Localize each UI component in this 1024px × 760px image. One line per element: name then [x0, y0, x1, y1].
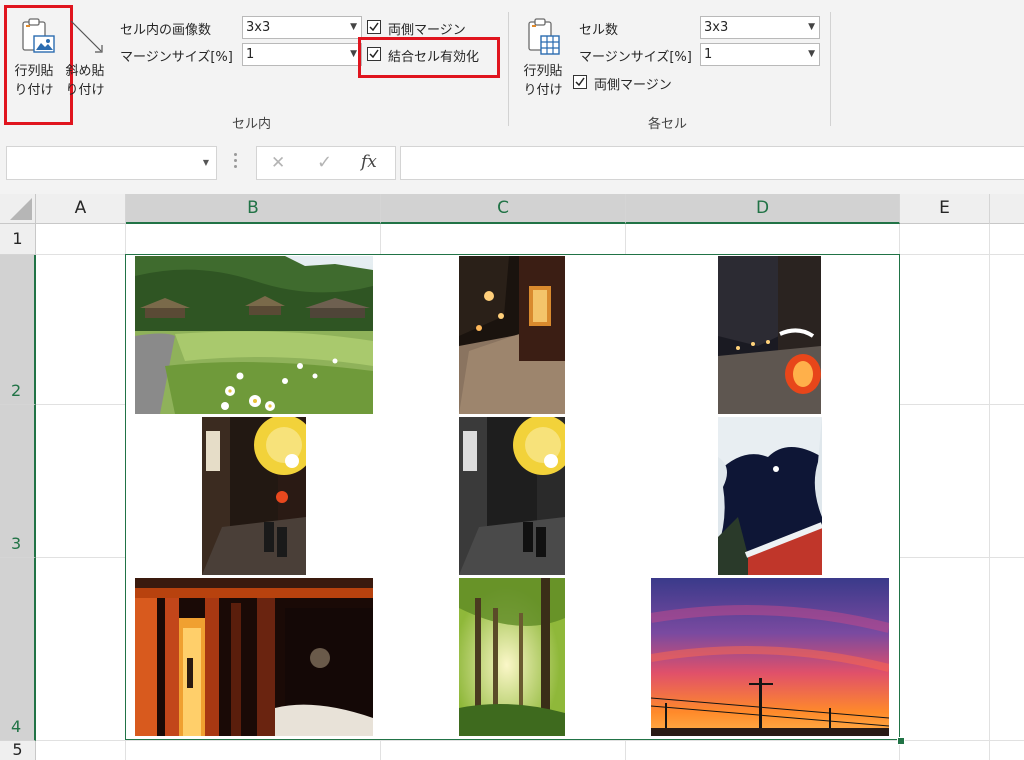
row-header-5[interactable]: 5 — [0, 741, 36, 760]
cell-count-value: 3x3 — [704, 20, 729, 35]
images-in-cell-label: セル内の画像数 — [120, 23, 212, 38]
group-label-each-cell: 各セル — [648, 117, 688, 132]
checkmark-icon — [575, 77, 585, 87]
more-options-icon[interactable] — [234, 153, 238, 169]
images-in-cell-value: 3x3 — [246, 20, 271, 35]
paste-each-label-1: 行列貼 — [523, 64, 563, 79]
chevron-down-icon: ▼ — [350, 49, 357, 59]
group-label-in-cell: セル内 — [232, 117, 272, 132]
enter-icon[interactable]: ✓ — [317, 152, 332, 173]
column-header-c[interactable]: C — [381, 194, 626, 224]
column-header-a[interactable]: A — [36, 194, 126, 224]
cell-count-label: セル数 — [579, 23, 619, 38]
fill-handle[interactable] — [897, 737, 905, 745]
checkmark-icon — [369, 22, 379, 32]
row-header-2[interactable]: 2 — [0, 255, 36, 405]
insert-function-icon[interactable]: fx — [361, 152, 377, 172]
margin-size-value: 1 — [246, 47, 255, 62]
chevron-down-icon: ▼ — [350, 22, 357, 32]
column-header-b[interactable]: B — [126, 194, 381, 224]
paste-diagonal-label-1: 斜め貼 — [65, 64, 105, 79]
select-all-button[interactable] — [0, 194, 36, 224]
paste-each-label-2: り付け — [523, 83, 563, 98]
column-header-d[interactable]: D — [626, 194, 900, 224]
worksheet: A B C D E 1 2 3 4 5 — [0, 194, 1024, 760]
formula-buttons: ✕ ✓ fx — [256, 146, 396, 180]
each-both-margins-label: 両側マージン — [594, 78, 672, 93]
formula-bar: ▼ ✕ ✓ fx — [0, 131, 1024, 194]
group-separator — [830, 12, 831, 126]
images-in-cell-select[interactable]: 3x3 ▼ — [242, 16, 362, 39]
select-all-triangle-icon — [10, 198, 32, 220]
diagonal-arrow-icon — [70, 20, 103, 53]
highlight-merged-cells — [358, 37, 500, 78]
each-margin-size-label: マージンサイズ[%] — [579, 50, 692, 65]
group-separator — [508, 12, 509, 126]
paste-each-cell-button[interactable]: 行列貼 り付け — [518, 14, 568, 118]
row-header-3[interactable]: 3 — [0, 405, 36, 558]
margin-size-label: マージンサイズ[%] — [120, 50, 233, 65]
paste-diagonal-label-2: り付け — [65, 83, 105, 98]
chevron-down-icon: ▼ — [808, 49, 815, 59]
selection-border — [125, 254, 900, 740]
ribbon: 行列貼 り付け 斜め貼 り付け セル内の画像数 3x3 ▼ マージンサイズ[%]… — [0, 0, 1024, 132]
each-margin-size-select[interactable]: 1 ▼ — [700, 43, 820, 66]
both-margins-checkbox[interactable] — [367, 20, 381, 34]
clipboard-table-icon — [528, 18, 560, 55]
margin-size-select[interactable]: 1 ▼ — [242, 43, 362, 66]
chevron-down-icon: ▼ — [808, 22, 815, 32]
column-header-f[interactable] — [990, 194, 1024, 224]
each-margin-size-value: 1 — [704, 47, 713, 62]
column-header-e[interactable]: E — [900, 194, 990, 224]
chevron-down-icon: ▼ — [202, 158, 209, 167]
row-header-1[interactable]: 1 — [0, 224, 36, 255]
formula-input[interactable] — [400, 146, 1024, 180]
cell-count-select[interactable]: 3x3 ▼ — [700, 16, 820, 39]
paste-diagonal-button[interactable]: 斜め貼 り付け — [62, 14, 112, 118]
both-margins-label: 両側マージン — [388, 23, 466, 38]
name-box[interactable]: ▼ — [6, 146, 217, 180]
cancel-icon[interactable]: ✕ — [271, 153, 285, 173]
row-header-4[interactable]: 4 — [0, 558, 36, 741]
each-both-margins-checkbox[interactable] — [573, 75, 587, 89]
